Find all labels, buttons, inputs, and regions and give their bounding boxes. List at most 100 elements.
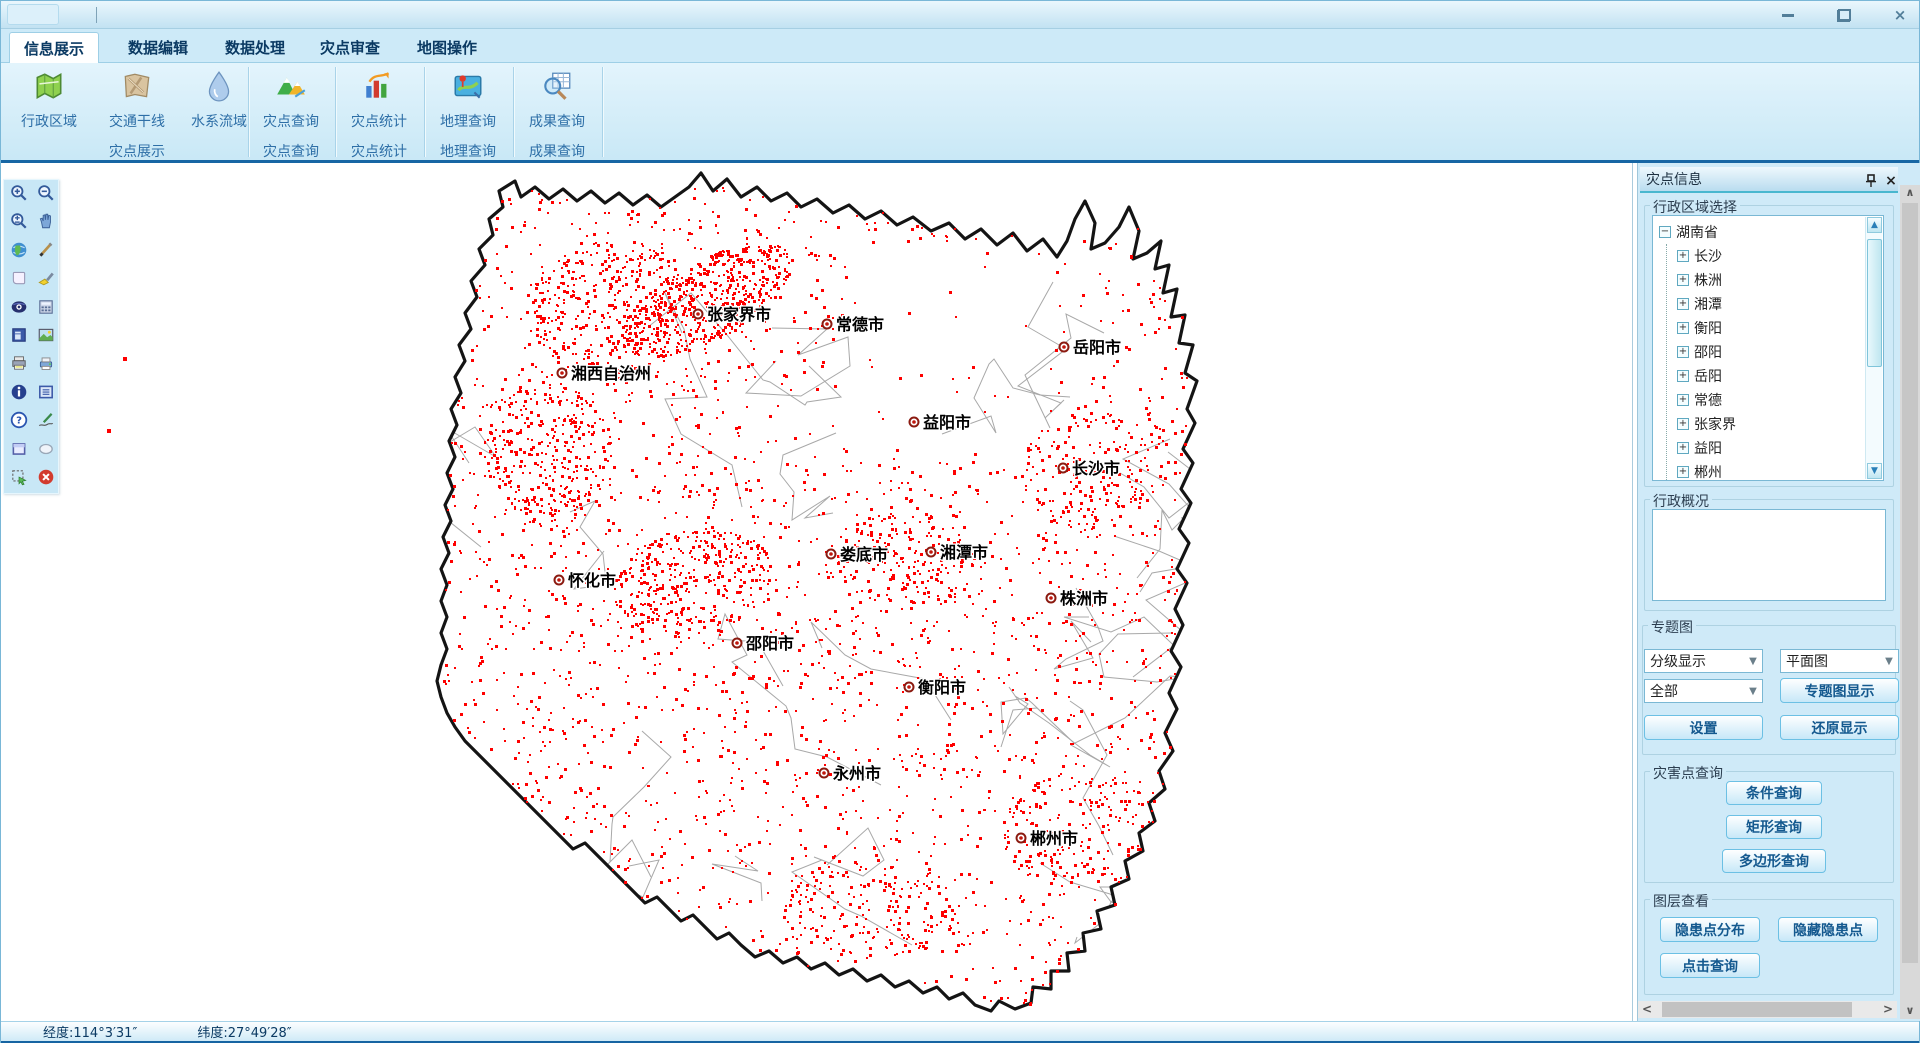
ribbon-button-7[interactable]: 成果查询 xyxy=(515,67,599,141)
panel-vertical-scrollbar[interactable]: ∧ ∨ xyxy=(1900,185,1920,1019)
ribbon-button-5[interactable]: 灾点统计 xyxy=(337,67,421,141)
expand-icon[interactable]: + xyxy=(1677,298,1689,310)
maximize-button[interactable] xyxy=(1831,4,1857,26)
minimize-button[interactable] xyxy=(1775,4,1801,26)
signature-pen-tool[interactable] xyxy=(35,409,57,431)
city-marker xyxy=(927,548,936,557)
overview-textarea[interactable] xyxy=(1652,509,1886,601)
scroll-up-icon[interactable]: ∧ xyxy=(1900,185,1920,201)
expand-icon[interactable]: + xyxy=(1677,466,1689,478)
tree-node-city[interactable]: +株洲 xyxy=(1677,268,1736,292)
scroll-down-icon[interactable]: ∨ xyxy=(1900,1003,1920,1019)
tree-node-city[interactable]: +长沙 xyxy=(1677,244,1736,268)
panel-title-bar[interactable]: 灾点信息 × xyxy=(1640,167,1898,193)
expand-icon[interactable]: + xyxy=(1677,442,1689,454)
globe-tool[interactable] xyxy=(8,239,30,261)
tab-3[interactable]: 数据处理 xyxy=(211,32,299,63)
image-tool[interactable] xyxy=(35,324,57,346)
expand-icon[interactable]: + xyxy=(1677,250,1689,262)
pan-hand-icon xyxy=(37,212,55,230)
document-list-tool[interactable] xyxy=(35,381,57,403)
tree-node-city[interactable]: +邵阳 xyxy=(1677,340,1736,364)
zoom-extent-tool[interactable] xyxy=(8,210,30,232)
tree-scroll-thumb[interactable] xyxy=(1867,239,1882,367)
ribbon-button-4[interactable]: 灾点查询 xyxy=(249,67,333,141)
tree-scroll-up[interactable]: ▲ xyxy=(1867,217,1882,233)
select-marquee-tool[interactable] xyxy=(8,466,30,488)
hide-hazard-button[interactable]: 隐藏隐患点 xyxy=(1778,917,1878,942)
measure-pencil-tool[interactable] xyxy=(35,239,57,261)
rectangle-query-button[interactable]: 矩形查询 xyxy=(1726,815,1822,839)
click-query-button[interactable]: 点击查询 xyxy=(1660,953,1760,978)
geo-query-map-icon xyxy=(451,67,485,107)
tree-node-city[interactable]: +张家界 xyxy=(1677,412,1736,436)
printer-tool[interactable] xyxy=(8,352,30,374)
tree-node-city[interactable]: +湘潭 xyxy=(1677,292,1736,316)
tree-node-city[interactable]: +常德 xyxy=(1677,388,1736,412)
close-icon: × xyxy=(1894,6,1907,24)
rectangle-shape-tool[interactable] xyxy=(8,438,30,460)
help-tool[interactable]: ? xyxy=(8,409,30,431)
polygon-blank-tool[interactable] xyxy=(8,267,30,289)
admin-region-map-icon xyxy=(32,67,66,107)
polygon-query-button[interactable]: 多边形查询 xyxy=(1722,849,1826,873)
tab-4[interactable]: 灾点审查 xyxy=(306,32,394,63)
scope-select[interactable]: 全部 ▼ xyxy=(1644,679,1763,703)
thematic-show-button[interactable]: 专题图显示 xyxy=(1780,678,1899,703)
vscroll-thumb[interactable] xyxy=(1902,203,1918,963)
map-type-select[interactable]: 平面图 ▼ xyxy=(1780,649,1899,673)
overview-label: 行政概况 xyxy=(1650,491,1712,511)
ribbon-group-label: 成果查询 xyxy=(529,141,585,161)
tree-scroll-down[interactable]: ▼ xyxy=(1867,463,1882,479)
highlighter-brush-icon xyxy=(37,269,55,287)
tab-5[interactable]: 地图操作 xyxy=(403,32,491,63)
ribbon-button-1[interactable]: 行政区域 xyxy=(7,67,91,141)
ribbon-button-6[interactable]: 地理查询 xyxy=(426,67,510,141)
tree-node-city[interactable]: +郴州 xyxy=(1677,460,1736,481)
level-display-select[interactable]: 分级显示 ▼ xyxy=(1644,649,1763,673)
tree-scrollbar[interactable]: ▲ ▼ xyxy=(1865,217,1882,479)
map-viewport[interactable]: 张家界市常德市岳阳市湘西自治州益阳市长沙市娄底市湘潭市怀化市株洲市邵阳市衡阳市永… xyxy=(1,163,1633,1021)
pan-hand-tool[interactable] xyxy=(35,210,57,232)
tab-2[interactable]: 数据编辑 xyxy=(114,32,202,63)
hazard-distribution-button[interactable]: 隐患点分布 xyxy=(1660,917,1760,942)
close-button[interactable]: × xyxy=(1887,4,1913,26)
ellipse-shape-tool[interactable] xyxy=(35,438,57,460)
quick-access-toolbar[interactable] xyxy=(7,4,59,25)
window-layout-tool[interactable] xyxy=(8,324,30,346)
expand-icon[interactable]: + xyxy=(1677,322,1689,334)
region-tree[interactable]: −湖南省+长沙+株洲+湘潭+衡阳+邵阳+岳阳+常德+张家界+益阳+郴州 ▲ ▼ xyxy=(1652,215,1884,481)
tree-node-city[interactable]: +岳阳 xyxy=(1677,364,1736,388)
settings-button[interactable]: 设置 xyxy=(1644,715,1763,740)
province-map[interactable]: 张家界市常德市岳阳市湘西自治州益阳市长沙市娄底市湘潭市怀化市株洲市邵阳市衡阳市永… xyxy=(1,163,1633,1021)
tree-node-city[interactable]: +衡阳 xyxy=(1677,316,1736,340)
tree-node-city[interactable]: +益阳 xyxy=(1677,436,1736,460)
panel-close-button[interactable]: × xyxy=(1882,171,1900,191)
eye-sphere-tool[interactable] xyxy=(8,296,30,318)
close-red-tool[interactable] xyxy=(35,466,57,488)
scroll-right-icon[interactable]: > xyxy=(1879,1001,1897,1018)
expand-icon[interactable]: + xyxy=(1677,370,1689,382)
zoom-in-tool[interactable] xyxy=(8,182,30,204)
ribbon-group-separator xyxy=(248,67,249,157)
color-printer-tool[interactable] xyxy=(35,352,57,374)
ribbon-button-2[interactable]: 交通干线 xyxy=(95,67,179,141)
restore-display-button[interactable]: 还原显示 xyxy=(1780,715,1899,740)
tree-node-root[interactable]: −湖南省 xyxy=(1659,220,1736,244)
condition-query-button[interactable]: 条件查询 xyxy=(1726,781,1822,805)
expand-icon[interactable]: + xyxy=(1677,418,1689,430)
scroll-left-icon[interactable]: < xyxy=(1638,1001,1656,1018)
expand-icon[interactable]: + xyxy=(1677,346,1689,358)
collapse-icon[interactable]: − xyxy=(1659,226,1671,238)
panel-horizontal-scrollbar[interactable]: < > xyxy=(1638,1001,1897,1018)
highlighter-brush-tool[interactable] xyxy=(35,267,57,289)
calculator-grid-tool[interactable] xyxy=(35,296,57,318)
expand-icon[interactable]: + xyxy=(1677,274,1689,286)
chevron-down-icon: ▼ xyxy=(1744,686,1762,697)
info-tool[interactable] xyxy=(8,381,30,403)
pin-button[interactable] xyxy=(1862,171,1880,191)
expand-icon[interactable]: + xyxy=(1677,394,1689,406)
hscroll-thumb[interactable] xyxy=(1662,1002,1852,1017)
tab-1[interactable]: 信息展示 xyxy=(9,32,99,63)
zoom-out-tool[interactable] xyxy=(35,182,57,204)
